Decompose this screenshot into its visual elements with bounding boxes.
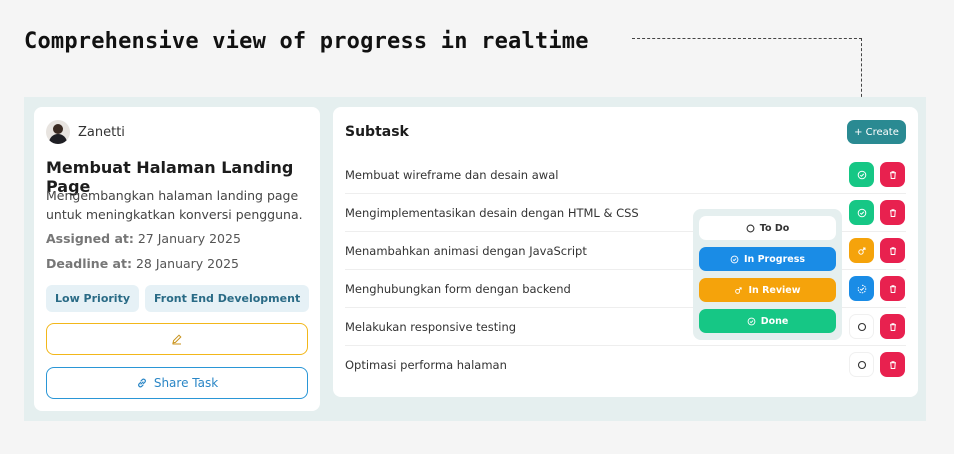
task-detail-card: Zanetti Membuat Halaman Landing Page Men… [34, 107, 320, 411]
status-option-label: In Progress [743, 253, 806, 265]
trash-icon [889, 322, 896, 331]
check-circle-icon [857, 170, 866, 179]
status-option-in-progress[interactable]: In Progress [699, 247, 836, 271]
subtask-label: Melakukan responsive testing [345, 320, 517, 334]
subtask-label: Menghubungkan form dengan backend [345, 282, 571, 296]
subtask-label: Optimasi performa halaman [345, 358, 507, 372]
status-dropdown: To Do In Progress In Review Done [693, 209, 842, 340]
callout-line-horizontal [632, 38, 862, 39]
task-tags: Low Priority Front End Development [46, 285, 310, 312]
trash-icon [889, 208, 896, 217]
avatar [46, 120, 70, 144]
link-icon [136, 377, 148, 389]
priority-tag: Low Priority [46, 285, 139, 312]
delete-subtask-button[interactable] [880, 352, 905, 377]
edit-task-button[interactable] [46, 323, 308, 355]
subtask-row: Membuat wireframe dan desain awal [345, 156, 906, 194]
assignee: Zanetti [46, 120, 125, 144]
review-icon [857, 247, 865, 255]
trash-icon [889, 170, 896, 179]
status-option-done[interactable]: Done [699, 309, 836, 333]
delete-subtask-button[interactable] [880, 200, 905, 225]
create-subtask-button[interactable]: + Create [847, 120, 906, 144]
deadline-label: Deadline at: [46, 256, 132, 271]
status-button-todo[interactable] [849, 314, 874, 339]
progress-icon [857, 284, 866, 293]
subtask-row: Optimasi performa halaman [345, 346, 906, 384]
assigned-label: Assigned at: [46, 231, 134, 246]
deadline-value: 28 January 2025 [135, 256, 239, 271]
circle-icon [857, 360, 866, 369]
status-option-label: Done [760, 315, 789, 327]
share-task-button[interactable]: Share Task [46, 367, 308, 399]
status-button-done[interactable] [849, 162, 874, 187]
delete-subtask-button[interactable] [880, 238, 905, 263]
trash-icon [889, 246, 896, 255]
pencil-icon [171, 333, 183, 345]
circle-icon [857, 322, 866, 331]
status-option-in-review[interactable]: In Review [699, 278, 836, 302]
status-option-label: To Do [759, 222, 790, 234]
share-task-label: Share Task [153, 376, 219, 390]
category-tag: Front End Development [145, 285, 310, 312]
status-option-label: In Review [748, 284, 801, 296]
subtask-label: Menambahkan animasi dengan JavaScript [345, 244, 587, 258]
circle-icon [746, 224, 755, 232]
check-circle-icon [730, 255, 739, 263]
trash-icon [889, 284, 896, 293]
delete-subtask-button[interactable] [880, 314, 905, 339]
headline: Comprehensive view of progress in realti… [24, 29, 589, 54]
deadline-date: Deadline at: 28 January 2025 [46, 256, 239, 271]
assigned-date: Assigned at: 27 January 2025 [46, 231, 241, 246]
status-button-in-review[interactable] [849, 238, 874, 263]
task-description: Mengembangkan halaman landing page untuk… [46, 188, 303, 222]
status-option-todo[interactable]: To Do [699, 216, 836, 240]
status-button-done[interactable] [849, 200, 874, 225]
subtask-label: Mengimplementasikan desain dengan HTML &… [345, 206, 639, 220]
trash-icon [889, 360, 896, 369]
assigned-value: 27 January 2025 [137, 231, 241, 246]
check-circle-icon [857, 208, 866, 217]
status-button-in-progress[interactable] [849, 276, 874, 301]
assignee-name: Zanetti [78, 124, 125, 140]
review-icon [735, 286, 743, 294]
delete-subtask-button[interactable] [880, 162, 905, 187]
status-button-todo[interactable] [849, 352, 874, 377]
check-circle-icon [747, 317, 756, 325]
delete-subtask-button[interactable] [880, 276, 905, 301]
subtask-label: Membuat wireframe dan desain awal [345, 168, 559, 182]
subtask-heading: Subtask [345, 124, 409, 140]
